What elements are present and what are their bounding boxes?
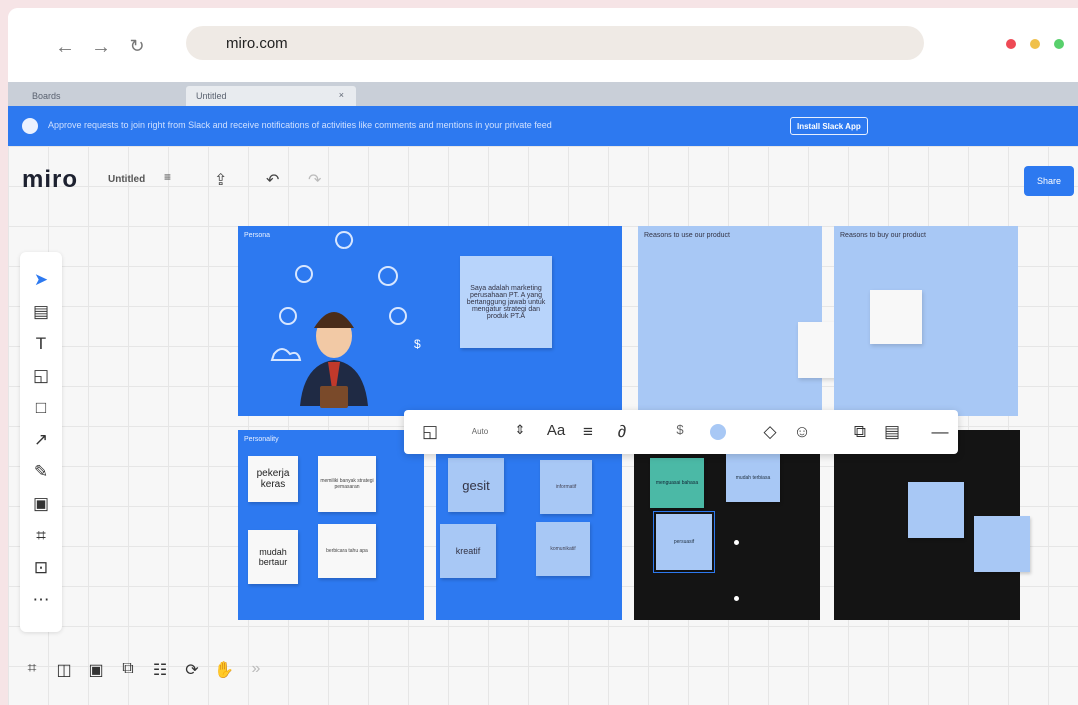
share-button[interactable]: Share [1024,166,1074,196]
slack-notification-bar: Approve requests to join right from Slac… [8,106,1078,146]
upload-icon[interactable]: ⊡ [20,558,62,582]
frame-traits[interactable]: gesit kreatif informatif komunikatif [436,430,622,620]
chat-icon[interactable]: ▣ [84,660,108,680]
tab-strip: Boards Untitled × [8,82,1078,106]
frame-personality[interactable]: Personality pekerja keras memiliki banya… [238,430,424,620]
context-toolbar: ◱ Auto ⇕ Aa ≡ ∂ $ ◇ ☺ ⧉ ▤ — [404,410,958,454]
sticky-note[interactable]: berbicara tahu apa [318,524,376,578]
sticky-note[interactable]: menguasai bahasa [650,458,704,508]
window-dot-yellow-icon[interactable] [1030,39,1040,49]
chat-bubble-icon [22,118,38,134]
text-icon[interactable]: T [20,334,62,358]
sticky-note[interactable]: komunikatif [536,522,590,576]
connector-dot [734,596,739,601]
svg-text:$: $ [414,337,421,351]
notification-message: Approve requests to join right from Slac… [48,120,552,130]
color-picker[interactable] [706,422,730,440]
back-icon[interactable]: ← [54,36,76,59]
select-icon[interactable]: ➤ [20,270,62,294]
bottom-toolbar: ⌗ ◫ ▣ ⧉ ☷ ⟳ ✋ » [20,650,300,690]
color-swatch [710,424,726,440]
frame-dark[interactable]: menguasai bahasa mudah terbiasa persuasi… [634,430,820,620]
frame-reasons-buy[interactable]: Reasons to buy our product [834,226,1018,416]
text-format-icon[interactable]: Aa [544,422,568,439]
tab-boards[interactable]: Boards [22,86,182,106]
arrow-icon[interactable]: ↗ [20,430,62,454]
cards-icon[interactable]: ☷ [148,660,172,680]
stepper-icon[interactable]: ⇕ [508,422,532,438]
dollar-icon[interactable]: $ [668,422,692,437]
emoji-icon[interactable]: ☺ [790,422,814,442]
blank-sticky-note[interactable] [974,516,1030,572]
frame-persona[interactable]: Persona $ Saya adalah marketing perusaha… [238,226,622,416]
install-slack-app-button[interactable]: Install Slack App [790,117,868,135]
sticky-note-icon[interactable]: ◱ [20,366,62,390]
frame-icon[interactable]: ⌗ [20,526,62,550]
screenshot-frame: ← → ↻ miro.com Boards Untitled × Approve … [8,8,1078,705]
sticky-note[interactable]: gesit [448,458,504,512]
persona-sticky[interactable]: Saya adalah marketing perusahaan PT. A y… [460,256,552,348]
sticky-note[interactable]: mudah terbiasa [726,454,780,502]
vote-icon[interactable]: ✋ [212,660,236,680]
sticky-note[interactable]: pekerja keras [248,456,298,502]
blank-note[interactable] [870,290,922,344]
more-tools-icon[interactable]: ⋯ [20,590,62,614]
sticky-note[interactable]: mudah bertaur [248,530,298,584]
frame-title: Reasons to use our product [644,232,730,239]
sticky-note[interactable]: kreatif [440,524,496,578]
pen-icon[interactable]: ✎ [20,462,62,486]
frame-title: Personality [244,436,279,443]
persona-illustration: $ [270,231,421,408]
delete-icon[interactable]: ▤ [880,422,904,442]
undo-icon[interactable]: ↶ [266,170,279,190]
sticky-note-icon[interactable]: ◱ [418,422,442,442]
miro-logo: miro [22,166,79,193]
close-tab-icon[interactable]: × [339,90,344,100]
board-menu-icon[interactable]: ≡ [164,170,171,184]
window-dot-red-icon[interactable] [1006,39,1016,49]
copy-icon[interactable]: ⧉ [848,422,872,442]
link-icon[interactable]: ∂ [610,422,634,442]
sticky-note[interactable]: informatif [540,460,592,514]
template-icon[interactable]: ▤ [20,302,62,326]
frame-dark-2[interactable] [834,430,1030,620]
board-canvas[interactable]: miro Untitled ≡ ⇪ ↶ ↷ Share Persona $ Sa… [8,146,1078,705]
presentation-icon[interactable]: ⟳ [180,660,204,680]
comment-icon[interactable]: ▣ [20,494,62,518]
frame-title: Reasons to buy our product [840,232,926,239]
url-text: miro.com [226,35,288,52]
selected-sticky-note[interactable]: persuasif [653,511,715,573]
frames-icon[interactable]: ⌗ [20,660,44,678]
tab-label: Boards [32,91,61,101]
comments-icon[interactable]: ◫ [52,660,76,680]
connector-dot [734,540,739,545]
forward-icon[interactable]: → [90,36,112,59]
frame-reasons-use[interactable]: Reasons to use our product [638,226,822,416]
window-dot-green-icon[interactable] [1054,39,1064,49]
browser-chrome: ← → ↻ miro.com [8,8,1078,80]
align-icon[interactable]: ≡ [576,422,600,442]
screen-share-icon[interactable]: ⧉ [116,660,140,678]
more-icon[interactable]: — [928,422,952,442]
tab-label: Untitled [196,91,227,101]
tag-icon[interactable]: ◇ [758,422,782,442]
collapse-icon[interactable]: » [244,660,268,678]
upload-icon[interactable]: ⇪ [214,170,227,190]
sticky-note[interactable]: memiliki banyak strategi pemasaran [318,456,376,512]
address-bar[interactable]: miro.com [186,26,924,60]
redo-icon[interactable]: ↷ [308,170,321,190]
left-toolbar: ➤ ▤ T ◱ □ ↗ ✎ ▣ ⌗ ⊡ ⋯ [20,252,62,632]
shape-icon[interactable]: □ [20,398,62,422]
board-title[interactable]: Untitled [108,174,145,185]
reload-icon[interactable]: ↻ [126,36,148,57]
blank-sticky-note[interactable] [908,482,964,538]
font-size-select[interactable]: Auto [460,427,500,436]
tab-untitled[interactable]: Untitled × [186,86,356,106]
